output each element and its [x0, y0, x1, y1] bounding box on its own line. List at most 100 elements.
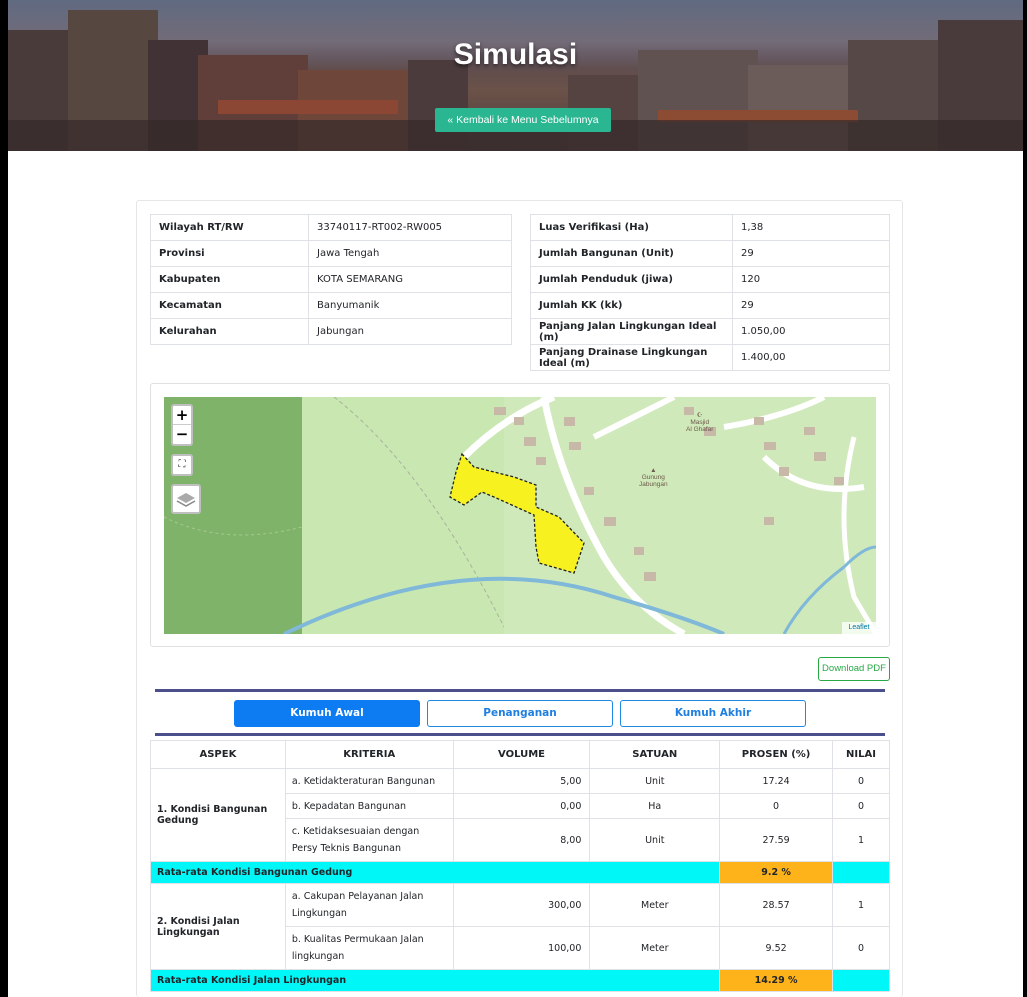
- map-attribution[interactable]: Leaflet: [842, 622, 876, 634]
- table-row: Panjang Jalan Lingkungan Ideal (m) 1.050,…: [530, 318, 890, 345]
- info-value: 33740117-RT002-RW005: [308, 214, 512, 241]
- info-label: Wilayah RT/RW: [150, 214, 309, 241]
- map-label-hill: ▲ Gunung Jabungan: [639, 467, 668, 488]
- prosen-cell: 27.59: [719, 818, 833, 862]
- average-value: 14.29 %: [719, 969, 833, 992]
- column-header: KRITERIA: [284, 740, 454, 769]
- table-row: Luas Verifikasi (Ha) 1,38: [530, 214, 890, 241]
- back-to-menu-button[interactable]: « Kembali ke Menu Sebelumnya: [435, 108, 611, 132]
- area-stats-table: Luas Verifikasi (Ha) 1,38 Jumlah Bangunan…: [530, 214, 890, 371]
- column-header: NILAI: [832, 740, 890, 769]
- criteria-table: ASPEK KRITERIA VOLUME SATUAN PROSEN (%) …: [149, 740, 890, 992]
- info-label: Kecamatan: [150, 292, 309, 319]
- info-value: Jabungan: [308, 318, 512, 345]
- table-row: Kelurahan Jabungan: [150, 318, 512, 345]
- leaflet-map[interactable]: ▲ Gunung Jabungan ☪ Masjid Al Ghafar: [164, 397, 876, 634]
- page-title: Simulasi: [453, 38, 578, 71]
- info-label: Kelurahan: [150, 318, 309, 345]
- window-border-right: [1023, 0, 1027, 997]
- map-tiles: [164, 397, 876, 634]
- hero-banner: Simulasi « Kembali ke Menu Sebelumnya: [8, 0, 1023, 151]
- nilai-cell: 1: [832, 818, 890, 862]
- column-header: ASPEK: [150, 740, 286, 769]
- info-value: 1,38: [732, 214, 890, 241]
- map-label-mosque: ☪ Masjid Al Ghafar: [686, 412, 714, 433]
- section-divider: [155, 689, 885, 692]
- average-row: Rata-rata Kondisi Bangunan Gedung 9.2 %: [149, 861, 890, 884]
- window-border-left: [0, 0, 8, 997]
- info-label: Kabupaten: [150, 266, 309, 293]
- satuan-cell: Unit: [589, 768, 721, 794]
- kriteria-cell: a. Cakupan Pelayanan Jalan Lingkungan: [284, 883, 454, 927]
- average-label: Rata-rata Kondisi Jalan Lingkungan: [149, 969, 721, 992]
- table-row: Kecamatan Banyumanik: [150, 292, 512, 319]
- zoom-out-button[interactable]: −: [173, 425, 191, 444]
- tab-penanganan[interactable]: Penanganan: [427, 700, 613, 727]
- info-value: 1.050,00: [732, 318, 890, 345]
- zoom-in-button[interactable]: +: [173, 406, 191, 425]
- nilai-cell: 0: [832, 768, 890, 794]
- info-label: Luas Verifikasi (Ha): [530, 214, 733, 241]
- satuan-cell: Unit: [589, 818, 721, 862]
- kriteria-cell: b. Kualitas Permukaan Jalan lingkungan: [284, 926, 454, 970]
- tab-kumuh-awal[interactable]: Kumuh Awal: [234, 700, 420, 727]
- aspek-cell: 1. Kondisi Bangunan Gedung: [150, 768, 286, 862]
- aspek-cell: 2. Kondisi Jalan Lingkungan: [150, 883, 286, 970]
- volume-cell: 8,00: [452, 818, 591, 862]
- info-value: Jawa Tengah: [308, 240, 512, 267]
- section-divider: [155, 733, 885, 736]
- table-row: 1. Kondisi Bangunan Gedung a. Ketidakter…: [150, 768, 890, 862]
- volume-cell: 0,00: [452, 793, 591, 819]
- nilai-cell: 1: [832, 883, 890, 927]
- download-pdf-button[interactable]: Download PDF: [818, 657, 890, 681]
- nilai-cell: 0: [832, 793, 890, 819]
- info-value: KOTA SEMARANG: [308, 266, 512, 293]
- info-label: Provinsi: [150, 240, 309, 267]
- kriteria-cell: b. Kepadatan Bangunan: [284, 793, 454, 819]
- volume-cell: 5,00: [452, 768, 591, 794]
- table-row: Jumlah Bangunan (Unit) 29: [530, 240, 890, 267]
- kriteria-cell: c. Ketidaksesuaian dengan Persy Teknis B…: [284, 818, 454, 862]
- satuan-cell: Ha: [589, 793, 721, 819]
- table-header-row: ASPEK KRITERIA VOLUME SATUAN PROSEN (%) …: [150, 740, 890, 769]
- info-label: Jumlah Penduduk (jiwa): [530, 266, 733, 293]
- prosen-cell: 28.57: [719, 883, 833, 927]
- table-row: Jumlah KK (kk) 29: [530, 292, 890, 319]
- table-row: 2. Kondisi Jalan Lingkungan a. Cakupan P…: [150, 883, 890, 970]
- average-label: Rata-rata Kondisi Bangunan Gedung: [149, 861, 721, 884]
- table-row: Panjang Drainase Lingkungan Ideal (m) 1.4…: [530, 344, 890, 371]
- info-value: 29: [732, 240, 890, 267]
- zoom-control: + −: [171, 404, 193, 446]
- average-value: 9.2 %: [719, 861, 833, 884]
- info-label: Panjang Jalan Lingkungan Ideal (m): [530, 318, 733, 345]
- fullscreen-icon[interactable]: ⛶: [171, 454, 193, 476]
- layers-icon[interactable]: [171, 484, 201, 514]
- volume-cell: 300,00: [452, 883, 591, 927]
- info-label: Panjang Drainase Lingkungan Ideal (m): [530, 344, 733, 371]
- column-header: VOLUME: [452, 740, 591, 769]
- column-header: PROSEN (%): [719, 740, 833, 769]
- volume-cell: 100,00: [452, 926, 591, 970]
- table-row: Jumlah Penduduk (jiwa) 120: [530, 266, 890, 293]
- tab-kumuh-akhir[interactable]: Kumuh Akhir: [620, 700, 806, 727]
- satuan-cell: Meter: [589, 883, 721, 927]
- prosen-cell: 0: [719, 793, 833, 819]
- table-row: Wilayah RT/RW 33740117-RT002-RW005: [150, 214, 512, 241]
- prosen-cell: 9.52: [719, 926, 833, 970]
- prosen-cell: 17.24: [719, 768, 833, 794]
- average-spacer: [832, 969, 890, 992]
- average-spacer: [832, 861, 890, 884]
- info-value: Banyumanik: [308, 292, 512, 319]
- info-value: 1.400,00: [732, 344, 890, 371]
- column-header: SATUAN: [589, 740, 721, 769]
- info-label: Jumlah Bangunan (Unit): [530, 240, 733, 267]
- average-row: Rata-rata Kondisi Jalan Lingkungan 14.29…: [149, 969, 890, 992]
- nilai-cell: 0: [832, 926, 890, 970]
- table-row: Kabupaten KOTA SEMARANG: [150, 266, 512, 293]
- info-value: 120: [732, 266, 890, 293]
- region-info-table: Wilayah RT/RW 33740117-RT002-RW005 Provin…: [150, 214, 512, 345]
- info-value: 29: [732, 292, 890, 319]
- table-row: Provinsi Jawa Tengah: [150, 240, 512, 267]
- info-label: Jumlah KK (kk): [530, 292, 733, 319]
- kriteria-cell: a. Ketidakteraturan Bangunan: [284, 768, 454, 794]
